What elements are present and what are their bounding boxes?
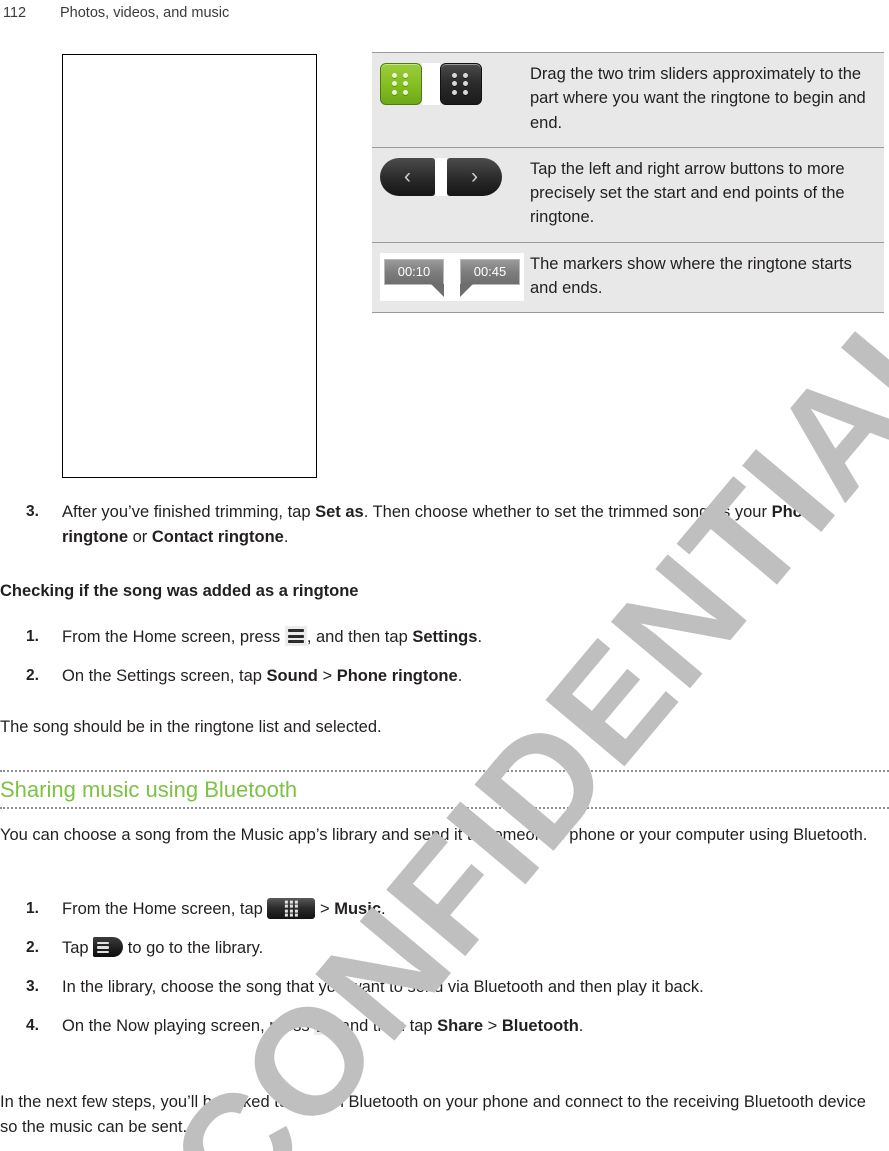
arrow-buttons-icon: ‹ › bbox=[380, 157, 528, 196]
step-text-part: . bbox=[381, 900, 386, 918]
step-bold-sound: Sound bbox=[266, 667, 318, 686]
bluetooth-steps-block: 1. From the Home screen, tap > Music. 2. T… bbox=[0, 897, 889, 1039]
menu-icon bbox=[314, 1015, 337, 1036]
step-text-part: After you’ve finished trimming, tap bbox=[62, 503, 316, 521]
chevron-left-icon: ‹ bbox=[380, 157, 435, 196]
step-bold-bluetooth: Bluetooth bbox=[501, 1017, 579, 1036]
app-grid-icon bbox=[267, 898, 316, 919]
list-item: 3. After you’ve finished trimming, tap Se… bbox=[0, 500, 889, 550]
step-text-part: or bbox=[128, 528, 152, 547]
bluetooth-steps-list: 1. From the Home screen, tap > Music. 2. T… bbox=[0, 897, 889, 1039]
end-time-marker: 00:45 bbox=[460, 258, 520, 297]
bluetooth-closing-text: In the next few steps, you’ll be asked t… bbox=[0, 1093, 866, 1137]
trim-handle-start-icon bbox=[380, 63, 422, 105]
spacer bbox=[435, 157, 447, 196]
step-bold-contact-ringtone: Contact ringtone bbox=[151, 528, 284, 547]
page-number: 112 bbox=[3, 5, 27, 21]
time-markers-icon-cell: 00:10 00:45 bbox=[372, 241, 528, 313]
step-bold-phone-ringtone: Phone ringtone bbox=[336, 667, 458, 686]
list-item: 2. Tap to go to the library. bbox=[0, 936, 889, 961]
table-row: ‹ › Tap the left and right arrow buttons… bbox=[372, 146, 884, 242]
step-bold-set-as: Set as bbox=[315, 503, 364, 521]
step-bold-share: Share bbox=[437, 1017, 483, 1036]
page-header: 112 Photos, videos, and music bbox=[0, 0, 889, 26]
trim-controls-table: Drag the two trim sliders approximately … bbox=[372, 52, 884, 313]
trim-sliders-description: Drag the two trim sliders approximately … bbox=[528, 52, 884, 148]
time-markers-description: The markers show where the ringtone star… bbox=[528, 241, 884, 313]
step-text-part: > bbox=[483, 1017, 502, 1036]
checking-section-heading: Checking if the song was added as a ring… bbox=[0, 582, 359, 600]
screenshot-placeholder-box bbox=[62, 54, 317, 478]
bluetooth-section-heading: Sharing music using Bluetooth bbox=[0, 777, 298, 802]
step-text-part: . bbox=[477, 628, 483, 646]
step-bold-music: Music bbox=[334, 900, 381, 918]
library-icon bbox=[93, 937, 124, 958]
step-number: 2. bbox=[26, 939, 39, 957]
bluetooth-section-heading-block: Sharing music using Bluetooth bbox=[0, 770, 889, 809]
step-number: 1. bbox=[26, 900, 39, 917]
list-item: 4. On the Now playing screen, press and t… bbox=[0, 1014, 889, 1039]
step-text-part: , and then tap bbox=[306, 628, 413, 646]
step-number: 1. bbox=[26, 628, 39, 645]
spacer bbox=[422, 63, 440, 105]
trimming-steps-list: 3. After you’ve finished trimming, tap Se… bbox=[0, 500, 889, 550]
step-number: 2. bbox=[26, 667, 39, 685]
step-number: 3. bbox=[26, 978, 39, 996]
step-text-part: and then tap bbox=[336, 1017, 438, 1036]
page-title: Photos, videos, and music bbox=[60, 5, 230, 21]
start-time-marker: 00:10 bbox=[384, 258, 444, 297]
trim-slider-handles-icon bbox=[380, 63, 528, 105]
list-item: 1. From the Home screen, press , and then… bbox=[0, 625, 889, 650]
bluetooth-intro-text: You can choose a song from the Music app… bbox=[0, 826, 868, 844]
bluetooth-intro-block: You can choose a song from the Music app… bbox=[0, 823, 889, 848]
trim-handle-end-icon bbox=[440, 63, 482, 105]
step-text-part: > bbox=[315, 900, 335, 918]
step-text-part: . bbox=[457, 667, 463, 686]
table-row: 00:10 00:45 The markers show where the r… bbox=[372, 241, 884, 313]
step-number: 4. bbox=[26, 1017, 39, 1035]
chevron-right-icon: › bbox=[447, 157, 502, 196]
time-markers-icon: 00:10 00:45 bbox=[380, 252, 524, 301]
step-text-part: Tap bbox=[62, 939, 94, 958]
step-text-part: In the library, choose the song that you… bbox=[62, 978, 704, 997]
list-item: 3. In the library, choose the song that y… bbox=[0, 975, 889, 1000]
step-text-part: . bbox=[283, 528, 289, 547]
trim-sliders-icon-cell bbox=[372, 52, 528, 148]
step-text-part: to go to the library. bbox=[123, 939, 264, 958]
step-bold-settings: Settings bbox=[412, 628, 478, 646]
divider-bottom bbox=[0, 807, 889, 809]
arrow-buttons-icon-cell: ‹ › bbox=[372, 146, 528, 242]
step-text-part: From the Home screen, press bbox=[62, 628, 285, 646]
list-item: 1. From the Home screen, tap > Music. bbox=[0, 897, 889, 922]
step3-block: 3. After you’ve finished trimming, tap Se… bbox=[0, 500, 889, 550]
step-text-part: . Then choose whether to set the trimmed… bbox=[363, 503, 772, 521]
bluetooth-closing-block: In the next few steps, you’ll be asked t… bbox=[0, 1090, 889, 1140]
checking-heading-block: Checking if the song was added as a ring… bbox=[0, 582, 889, 601]
checking-closing-block: The song should be in the ringtone list … bbox=[0, 715, 889, 740]
step-text-part: On the Now playing screen, press bbox=[62, 1017, 315, 1036]
table-row: Drag the two trim sliders approximately … bbox=[372, 52, 884, 148]
menu-icon bbox=[284, 626, 307, 646]
checking-steps-list: 1. From the Home screen, press , and then… bbox=[0, 625, 889, 689]
step-text-part: > bbox=[317, 667, 337, 686]
checking-steps-block: 1. From the Home screen, press , and then… bbox=[0, 625, 889, 689]
arrow-buttons-description: Tap the left and right arrow buttons to … bbox=[528, 146, 884, 242]
step-text-part: From the Home screen, tap bbox=[62, 900, 268, 918]
step-number: 3. bbox=[26, 503, 39, 520]
figure-and-table-region: Drag the two trim sliders approximately … bbox=[0, 52, 889, 492]
spacer bbox=[444, 258, 460, 269]
checking-closing-text: The song should be in the ringtone list … bbox=[0, 718, 382, 736]
list-item: 2. On the Settings screen, tap Sound > Ph… bbox=[0, 664, 889, 689]
step-text-part: On the Settings screen, tap bbox=[62, 667, 267, 686]
step-text-part: . bbox=[578, 1017, 584, 1036]
